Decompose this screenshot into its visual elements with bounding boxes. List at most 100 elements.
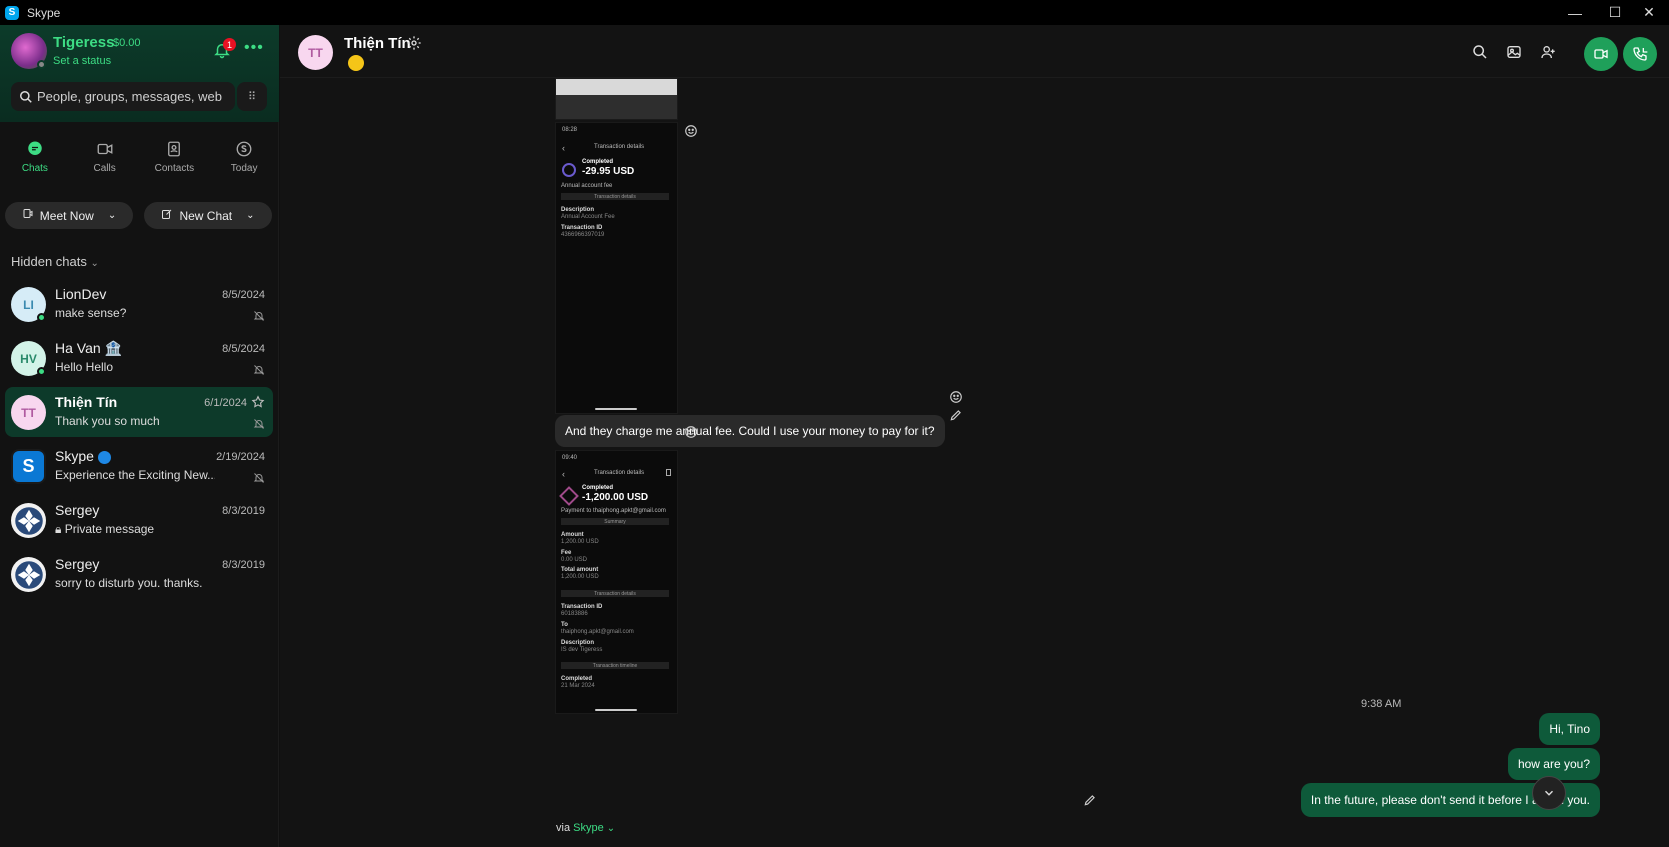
ps-fee-label: Fee (561, 550, 572, 556)
profile-balance[interactable]: $0.00 (113, 37, 141, 49)
minimize-button[interactable]: — (1555, 0, 1595, 25)
contact-name[interactable]: Thiện Tín (344, 35, 411, 52)
muted-bell-icon (253, 471, 265, 483)
chat-date: 8/5/2024 (222, 343, 265, 355)
message-bubble-outgoing[interactable]: Hi, Tino (1539, 713, 1600, 745)
compose-icon (161, 208, 173, 223)
close-button[interactable]: ✕ (1629, 0, 1669, 25)
group-avatar-icon (11, 503, 46, 538)
chevron-down-icon: ⌄ (246, 210, 255, 221)
tab-chats-label: Chats (21, 163, 48, 174)
muted-bell-icon (253, 363, 265, 375)
chat-preview: Hello Hello (55, 360, 114, 374)
mood-emoji-icon (348, 55, 364, 71)
tab-contacts-label: Contacts (154, 163, 195, 174)
profile-name[interactable]: Tigeress (53, 34, 114, 51)
chat-date: 8/5/2024 (222, 289, 265, 301)
scroll-to-bottom-button[interactable] (1532, 776, 1566, 810)
meet-now-icon (22, 208, 34, 223)
image-attachment[interactable]: 08:28 ‹ Transaction details Completed -2… (555, 122, 678, 414)
conversation-header: TT Thiện Tín (280, 25, 1669, 78)
dialpad-icon[interactable]: ⠿ (237, 82, 267, 111)
tab-contacts[interactable]: Contacts (140, 122, 210, 190)
chat-name: Thiện Tín (55, 394, 118, 410)
chat-list-item-active[interactable]: TT Thiện Tín 6/1/2024 Thank you so much (5, 387, 273, 437)
tab-calls-label: Calls (93, 163, 116, 174)
search-icon[interactable] (1470, 42, 1490, 62)
ps-summary: Summary (561, 518, 669, 525)
conversation-pane: TT Thiện Tín 08:28 ‹ Transaction details (280, 25, 1669, 847)
tab-chats[interactable]: Chats (0, 122, 70, 190)
back-arrow-icon: ‹ (562, 143, 565, 153)
chat-name: Sergey (55, 556, 100, 572)
nav-tabs: Chats Calls Contacts Today (0, 122, 279, 190)
ps-completed-label: Completed (561, 676, 593, 682)
ps-total-value: 1,200.00 USD (561, 574, 599, 580)
star-icon[interactable] (251, 395, 265, 409)
new-chat-button[interactable]: New Chat ⌄ (144, 202, 272, 229)
ps-desc-value: Annual Account Fee (561, 214, 615, 220)
set-status-link[interactable]: Set a status (53, 55, 111, 67)
chat-list-item[interactable]: HV Ha Van 🏦 8/5/2024 Hello Hello (5, 333, 273, 383)
chat-preview: make sense? (55, 306, 127, 320)
ps-timeline: Transaction timeline (561, 662, 669, 669)
tab-calls[interactable]: Calls (70, 122, 140, 190)
home-indicator (595, 408, 637, 410)
hidden-chats-label: Hidden chats (11, 254, 87, 269)
settings-gear-icon[interactable] (406, 35, 422, 51)
ps-section: Transaction details (561, 193, 669, 200)
ps-amount: -1,200.00 USD (582, 492, 649, 503)
ps-amount-value: 1,200.00 USD (561, 539, 599, 545)
chat-list-item[interactable]: LI LionDev 8/5/2024 make sense? (5, 279, 273, 329)
ps-id-value: 4366966397019 (561, 232, 605, 238)
ps-title: Transaction details (594, 470, 645, 476)
ps-fee-value: 0.00 USD (561, 557, 588, 563)
hidden-chats-toggle[interactable]: Hidden chats ⌄ (11, 254, 99, 269)
audio-call-button[interactable] (1623, 37, 1657, 71)
react-emoji-icon[interactable] (684, 124, 698, 138)
today-icon (233, 138, 255, 160)
search-placeholder: People, groups, messages, web (37, 89, 222, 104)
avatar: TT (11, 395, 46, 430)
ps-completed-date: 21 Mar 2024 (561, 683, 595, 689)
image-attachment-partial[interactable] (555, 78, 678, 120)
via-text: via (556, 822, 571, 834)
react-emoji-icon[interactable] (684, 425, 698, 439)
chat-name: Skype (55, 448, 111, 464)
video-call-button[interactable] (1584, 37, 1618, 71)
presence-dot (37, 60, 46, 69)
ps-status: Completed (582, 159, 614, 165)
chat-name-text: Skype (55, 448, 94, 464)
skype-avatar: S (11, 449, 46, 484)
message-bubble-outgoing[interactable]: how are you? (1507, 748, 1600, 780)
meet-now-button[interactable]: Meet Now ⌄ (5, 202, 133, 229)
chat-name: LionDev (55, 286, 107, 302)
title-bar: S Skype — ☐ ✕ (0, 0, 1669, 25)
message-bubble-incoming[interactable]: And they charge me annual fee. Could I u… (555, 415, 945, 447)
chat-list-item[interactable]: Sergey 8/3/2019 sorry to disturb you. th… (5, 549, 273, 599)
ps-logo-icon (559, 486, 579, 506)
ps-id-label: Transaction ID (561, 225, 603, 231)
ps-section: Transaction details (561, 590, 669, 597)
ps-logo-icon (562, 163, 576, 177)
ps-id-label: Transaction ID (561, 604, 603, 610)
via-skype-label[interactable]: via Skype ⌄ (556, 822, 615, 834)
gallery-icon[interactable] (1504, 42, 1524, 62)
chat-list-item[interactable]: Sergey 8/3/2019 🔒︎ Private message (5, 495, 273, 545)
react-emoji-icon[interactable] (949, 390, 963, 404)
online-dot (37, 367, 46, 376)
meet-now-label: Meet Now (39, 208, 94, 223)
chat-list-item[interactable]: S Skype 2/19/2024 Experience the Excitin… (5, 441, 273, 491)
more-options-icon[interactable]: ••• (244, 39, 264, 57)
edit-pencil-icon[interactable] (1083, 793, 1097, 807)
ps-desc-label: Description (561, 640, 595, 646)
add-people-icon[interactable] (1538, 42, 1558, 62)
edit-pencil-icon[interactable] (949, 408, 963, 422)
ps-share-icon (666, 469, 671, 476)
search-box[interactable]: People, groups, messages, web (11, 82, 235, 111)
image-attachment[interactable]: 09:40 ‹ Transaction details Completed -1… (555, 450, 678, 714)
ps-to-label: To (561, 622, 568, 628)
tab-today[interactable]: Today (209, 122, 279, 190)
contact-avatar[interactable]: TT (298, 35, 333, 70)
chat-preview-text: Private message (64, 522, 155, 536)
